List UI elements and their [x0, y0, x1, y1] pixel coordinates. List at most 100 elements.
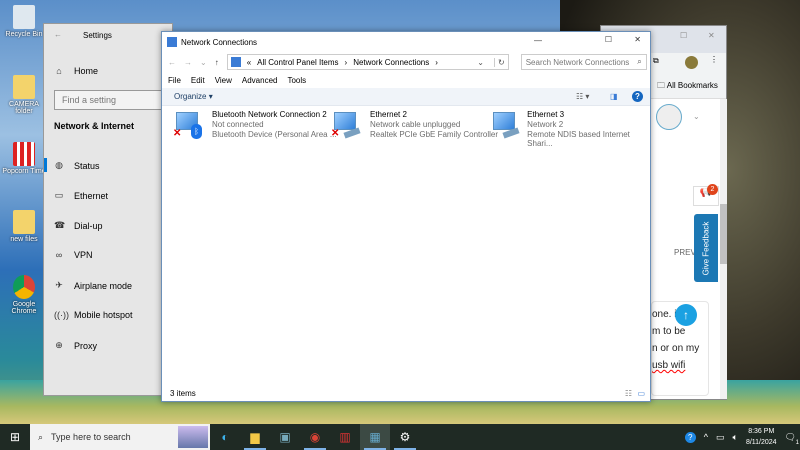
search-icon: ⌕	[637, 57, 642, 66]
start-button[interactable]: ⊞	[0, 424, 30, 450]
desktop-icon-new-files[interactable]: new files	[2, 210, 46, 243]
item-label: Status	[74, 160, 100, 171]
item-label: Ethernet	[74, 190, 109, 201]
settings-item-proxy[interactable]: ⊕ Proxy	[54, 340, 97, 351]
address-bar[interactable]: « All Control Panel Items › Network Conne…	[226, 54, 509, 70]
item-label: Dial-up	[74, 220, 103, 231]
maximize-icon[interactable]: ☐	[605, 35, 612, 44]
view-options-icon[interactable]: ☷ ▾	[576, 92, 589, 101]
help-icon[interactable]: ?	[632, 91, 643, 102]
settings-item-airplane-mode[interactable]: ✈ Airplane mode	[54, 280, 132, 291]
notification-count: 1	[795, 439, 799, 446]
breadcrumb-overflow[interactable]: «	[247, 58, 251, 67]
give-feedback-button[interactable]: Give Feedback	[694, 214, 718, 282]
menu-view[interactable]: View	[215, 76, 232, 85]
profile-avatar[interactable]	[685, 56, 698, 69]
home-label: Home	[74, 66, 99, 76]
file-explorer-icon[interactable]: ▆	[240, 424, 270, 450]
large-icons-view-icon[interactable]: ▭	[637, 389, 645, 398]
settings-title: Settings	[83, 31, 112, 40]
chevron-down-icon[interactable]: ⌄	[693, 112, 700, 121]
address-dropdown-icon[interactable]: ⌄	[477, 58, 488, 67]
back-arrow-icon[interactable]: ←	[54, 30, 62, 39]
recent-dropdown-icon[interactable]: ⌄	[200, 58, 207, 67]
window-title: Network Connections	[181, 37, 258, 47]
search-placeholder: Type here to search	[51, 432, 131, 442]
back-icon[interactable]: ←	[168, 58, 176, 67]
bookmarks-folder[interactable]: 🗀 All Bookmarks	[657, 80, 718, 94]
minimize-icon[interactable]: —	[534, 36, 542, 45]
text-line: n or on my	[652, 343, 700, 354]
menu-icon[interactable]: ⋮	[710, 55, 718, 64]
settings-item-mobile-hotspot[interactable]: ((·)) Mobile hotspot	[54, 310, 133, 320]
desktop-icon-camera-folder[interactable]: CAMERA folder	[2, 75, 46, 115]
menu-edit[interactable]: Edit	[191, 76, 205, 85]
refresh-icon[interactable]: ↻	[494, 57, 508, 67]
proxy-globe-icon: ⊕	[55, 340, 63, 350]
settings-item-vpn[interactable]: ∞ VPN	[54, 250, 93, 260]
forward-icon[interactable]: →	[184, 58, 192, 67]
hotspot-icon: ((·))	[54, 310, 69, 320]
close-icon[interactable]: ✕	[634, 35, 641, 44]
bookmarks-label: All Bookmarks	[666, 81, 718, 90]
date: 8/11/2024	[745, 439, 777, 446]
error-x-icon: ✕	[173, 128, 182, 139]
desktop-icon-popcorn-time[interactable]: Popcorn Time	[2, 142, 46, 175]
extensions-icon[interactable]: ⧉	[653, 56, 659, 66]
time: 8:36 PM	[748, 428, 775, 435]
desktop-icon-google-chrome[interactable]: Google Chrome	[2, 275, 46, 315]
help-tray-icon[interactable]: ?	[684, 431, 696, 443]
menu-advanced[interactable]: Advanced	[242, 76, 278, 85]
desktop-icon-label: Google Chrome	[11, 301, 37, 315]
search-icon: ⌕	[38, 431, 44, 442]
globe-status-icon: ◍	[55, 160, 63, 170]
connection-device: Realtek PCIe GbE Family Controller	[370, 130, 499, 139]
details-view-icon[interactable]: ☷	[625, 389, 632, 398]
edge-icon[interactable]: ◐	[210, 424, 240, 450]
connection-bluetooth-network-2[interactable]: ✕ ᛒ Bluetooth Network Connection 2 Not co…	[173, 110, 337, 140]
search-placeholder: Search Network Connections	[525, 57, 630, 67]
preview-pane-icon[interactable]: ◨	[610, 92, 618, 101]
breadcrumb-all-control-panel-items[interactable]: All Control Panel Items	[257, 58, 338, 67]
dialup-icon: ☎	[54, 220, 66, 230]
menu-file[interactable]: File	[168, 76, 181, 85]
settings-home[interactable]: ⌂ Home	[54, 66, 98, 76]
settings-window: ← Settings ⌂ Home Find a setting Network …	[43, 23, 184, 396]
feedback-label: Give Feedback	[701, 221, 711, 275]
taskbar-search-box[interactable]: ⌕ Type here to search	[30, 424, 210, 450]
close-icon[interactable]: ✕	[708, 31, 715, 40]
desktop-icon-label: Recycle Bin	[5, 31, 43, 38]
clock[interactable]: 8:36 PM 8/11/2024	[746, 426, 777, 448]
search-network-connections-input[interactable]: Search Network Connections ⌕	[520, 54, 647, 70]
popcorn-time-taskbar-icon[interactable]: ▥	[330, 424, 360, 450]
up-icon[interactable]: ↑	[215, 58, 219, 67]
notification-center-icon[interactable]: 🗨︎ 1	[785, 432, 799, 446]
maximize-icon[interactable]: ☐	[680, 31, 687, 40]
scrollbar[interactable]	[720, 99, 727, 399]
ethernet-icon: ▭	[54, 190, 64, 200]
scroll-to-top-button[interactable]: ↑	[675, 304, 697, 326]
settings-item-dialup[interactable]: ☎ Dial-up	[54, 220, 103, 231]
connection-status: Network cable unplugged	[370, 120, 461, 129]
breadcrumb-network-connections[interactable]: Network Connections	[353, 58, 429, 67]
network-folder-icon	[167, 37, 177, 47]
bluetooth-icon: ᛒ	[191, 124, 202, 139]
network-connections-taskbar-icon[interactable]: ▦	[360, 424, 390, 450]
desktop-icon-recycle-bin[interactable]: Recycle Bin	[2, 5, 46, 38]
settings-item-ethernet[interactable]: ▭ Ethernet	[54, 190, 108, 201]
home-icon: ⌂	[56, 66, 62, 76]
network-computer-taskbar-icon[interactable]: ▣	[270, 424, 300, 450]
volume-icon[interactable]: 🔈︎	[733, 432, 738, 443]
settings-taskbar-icon[interactable]: ⚙	[390, 424, 420, 450]
organize-button[interactable]: Organize ▾	[174, 92, 213, 101]
settings-item-status[interactable]: ◍ Status	[54, 160, 100, 171]
show-hidden-icons[interactable]: ^	[704, 432, 708, 442]
prev-link[interactable]: PREV	[674, 248, 696, 257]
menu-tools[interactable]: Tools	[287, 76, 306, 85]
desktop-icon-label: new files	[10, 236, 38, 243]
chrome-taskbar-icon[interactable]: ◉	[300, 424, 330, 450]
user-avatar[interactable]	[656, 104, 682, 130]
connection-ethernet-3[interactable]: Ethernet 3 Network 2 Remote NDIS based Int…	[491, 110, 650, 148]
network-tray-icon[interactable]: ▭	[716, 432, 725, 443]
connection-ethernet-2[interactable]: ✕ Ethernet 2 Network cable unplugged Realt…	[331, 110, 499, 140]
